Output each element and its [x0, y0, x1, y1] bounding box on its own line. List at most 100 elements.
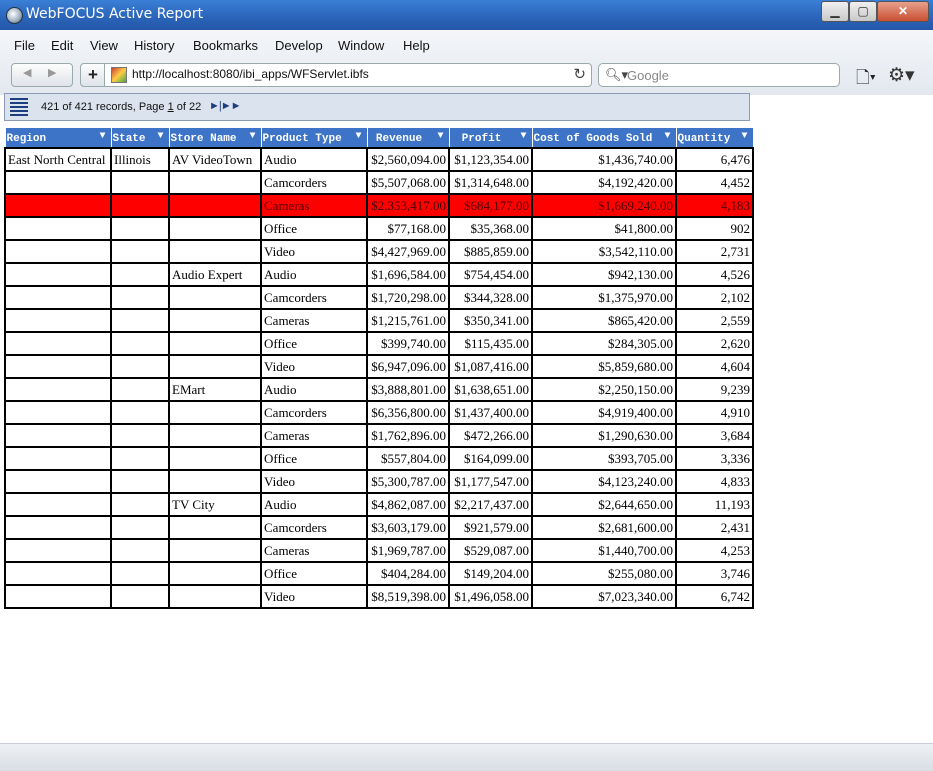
table-cell: Cameras	[260, 423, 368, 448]
column-header[interactable]: Quantity ▼	[675, 127, 754, 149]
table-cell: $3,542,110.00	[531, 239, 677, 264]
table-row[interactable]: Office $399,740.00 $115,435.00 $284,305.00 2…	[4, 331, 754, 356]
table-cell	[4, 469, 112, 494]
table-row[interactable]: Camcorders $6,356,800.00 $1,437,400.00 $4,9…	[4, 400, 754, 425]
table-row[interactable]: Camcorders $5,507,068.00 $1,314,648.00 $4,1…	[4, 170, 754, 195]
sort-dropdown-icon[interactable]: ▼	[437, 131, 443, 142]
table-cell	[168, 538, 262, 563]
back-arrow-icon[interactable]: ◀	[23, 66, 31, 79]
column-header[interactable]: Revenue ▼	[366, 127, 450, 149]
table-row[interactable]: Cameras $1,762,896.00 $472,266.00 $1,290,63…	[4, 423, 754, 448]
table-row[interactable]: Camcorders $1,720,298.00 $344,328.00 $1,375…	[4, 285, 754, 310]
menu-help[interactable]: Help	[403, 38, 430, 53]
table-cell	[168, 239, 262, 264]
address-bar[interactable]: http://localhost:8080/ibi_apps/WFServlet…	[104, 63, 592, 87]
table-cell: $1,290,630.00	[531, 423, 677, 448]
table-cell: 4,452	[675, 170, 754, 195]
table-row[interactable]: Video $6,947,096.00 $1,087,416.00 $5,859,68…	[4, 354, 754, 379]
table-row[interactable]: TV City Audio $4,862,087.00 $2,217,437.00 $2…	[4, 492, 754, 517]
table-cell	[4, 354, 112, 379]
table-cell	[168, 446, 262, 471]
page-navigation[interactable]: ►|►►	[209, 100, 242, 112]
column-header[interactable]: Cost of Goods Sold ▼	[531, 127, 677, 149]
table-row[interactable]: Office $77,168.00 $35,368.00 $41,800.00 902	[4, 216, 754, 241]
table-cell: Cameras	[260, 538, 368, 563]
column-header-label: Profit	[461, 133, 502, 145]
menu-window[interactable]: Window	[338, 38, 384, 53]
column-header[interactable]: Profit ▼	[448, 127, 533, 149]
menu-develop[interactable]: Develop	[275, 38, 323, 53]
table-cell: $5,859,680.00	[531, 354, 677, 379]
record-info: 421 of 421 records, Page 1 of 22	[41, 101, 202, 113]
table-cell: $1,696,584.00	[366, 262, 450, 287]
table-cell: $1,638,651.00	[448, 377, 533, 402]
table-row[interactable]: Cameras $2,353,417.00 $684,177.00 $1,669,24…	[4, 193, 754, 218]
column-header[interactable]: Product Type ▼	[260, 127, 368, 149]
table-row[interactable]: Office $557,804.00 $164,099.00 $393,705.00 3…	[4, 446, 754, 471]
table-row[interactable]: Audio Expert Audio $1,696,584.00 $754,454.0…	[4, 262, 754, 287]
reload-icon[interactable]: ↻	[573, 65, 586, 83]
table-row[interactable]: Video $4,427,969.00 $885,859.00 $3,542,110.…	[4, 239, 754, 264]
sort-dropdown-icon[interactable]: ▼	[741, 131, 747, 142]
table-cell: $3,888,801.00	[366, 377, 450, 402]
sort-dropdown-icon[interactable]: ▼	[355, 131, 361, 142]
table-row[interactable]: Video $8,519,398.00 $1,496,058.00 $7,023,34…	[4, 584, 754, 609]
search-box[interactable]: 🔍︎▾ Google	[598, 63, 840, 87]
table-row[interactable]: EMart Audio $3,888,801.00 $1,638,651.00 $2,2…	[4, 377, 754, 402]
table-cell: $2,250,150.00	[531, 377, 677, 402]
table-cell: $1,496,058.00	[448, 584, 533, 609]
table-row[interactable]: Camcorders $3,603,179.00 $921,579.00 $2,681…	[4, 515, 754, 540]
close-button[interactable]: ✕	[877, 1, 929, 22]
table-cell	[110, 423, 170, 448]
menu-view[interactable]: View	[90, 38, 118, 53]
table-cell: $921,579.00	[448, 515, 533, 540]
sort-dropdown-icon[interactable]: ▼	[99, 131, 105, 142]
menu-bar: File Edit View History Bookmarks Develop…	[0, 30, 933, 60]
table-row[interactable]: Cameras $1,969,787.00 $529,087.00 $1,440,70…	[4, 538, 754, 563]
table-cell	[110, 331, 170, 356]
menu-file[interactable]: File	[14, 38, 35, 53]
column-header-label: Store Name	[170, 133, 237, 145]
sort-dropdown-icon[interactable]: ▼	[157, 131, 163, 142]
add-bookmark-button[interactable]: +	[80, 63, 106, 87]
table-cell: 4,253	[675, 538, 754, 563]
table-cell	[110, 193, 170, 218]
title-bar: WebFOCUS Active Report ▁ ▢ ✕	[0, 0, 933, 30]
table-cell: $255,080.00	[531, 561, 677, 586]
gear-icon[interactable]: ⚙▾	[888, 64, 915, 87]
table-cell: $6,947,096.00	[366, 354, 450, 379]
page-menu-icon[interactable]: 🗋▾	[856, 65, 876, 94]
table-cell	[110, 538, 170, 563]
sort-dropdown-icon[interactable]: ▼	[664, 131, 670, 142]
list-menu-icon[interactable]	[10, 98, 28, 116]
table-cell: 2,431	[675, 515, 754, 540]
minimize-button[interactable]: ▁	[821, 1, 849, 22]
sort-dropdown-icon[interactable]: ▼	[520, 131, 526, 142]
table-cell: $4,862,087.00	[366, 492, 450, 517]
table-row[interactable]: Office $404,284.00 $149,204.00 $255,080.00 3…	[4, 561, 754, 586]
table-cell: 2,559	[675, 308, 754, 333]
column-header[interactable]: State ▼	[110, 127, 170, 149]
menu-bookmarks[interactable]: Bookmarks	[193, 38, 258, 53]
maximize-button[interactable]: ▢	[849, 1, 877, 22]
column-header[interactable]: Region ▼	[4, 127, 112, 149]
forward-arrow-icon[interactable]: ▶	[48, 66, 56, 79]
address-url[interactable]: http://localhost:8080/ibi_apps/WFServlet…	[132, 67, 369, 81]
table-cell	[110, 239, 170, 264]
table-cell: $2,217,437.00	[448, 492, 533, 517]
table-cell: $6,356,800.00	[366, 400, 450, 425]
table-cell: Cameras	[260, 193, 368, 218]
table-cell: $1,762,896.00	[366, 423, 450, 448]
table-row[interactable]: Video $5,300,787.00 $1,177,547.00 $4,123,24…	[4, 469, 754, 494]
table-cell: $472,266.00	[448, 423, 533, 448]
table-row[interactable]: Cameras $1,215,761.00 $350,341.00 $865,420.…	[4, 308, 754, 333]
table-cell: Office	[260, 216, 368, 241]
table-cell: Illinois	[110, 147, 170, 172]
column-header[interactable]: Store Name ▼	[168, 127, 262, 149]
sort-dropdown-icon[interactable]: ▼	[249, 131, 255, 142]
menu-edit[interactable]: Edit	[51, 38, 73, 53]
search-placeholder[interactable]: Google	[627, 68, 669, 83]
menu-history[interactable]: History	[134, 38, 174, 53]
table-cell	[110, 170, 170, 195]
table-row[interactable]: East North Central Illinois AV VideoTown Au…	[4, 147, 754, 172]
